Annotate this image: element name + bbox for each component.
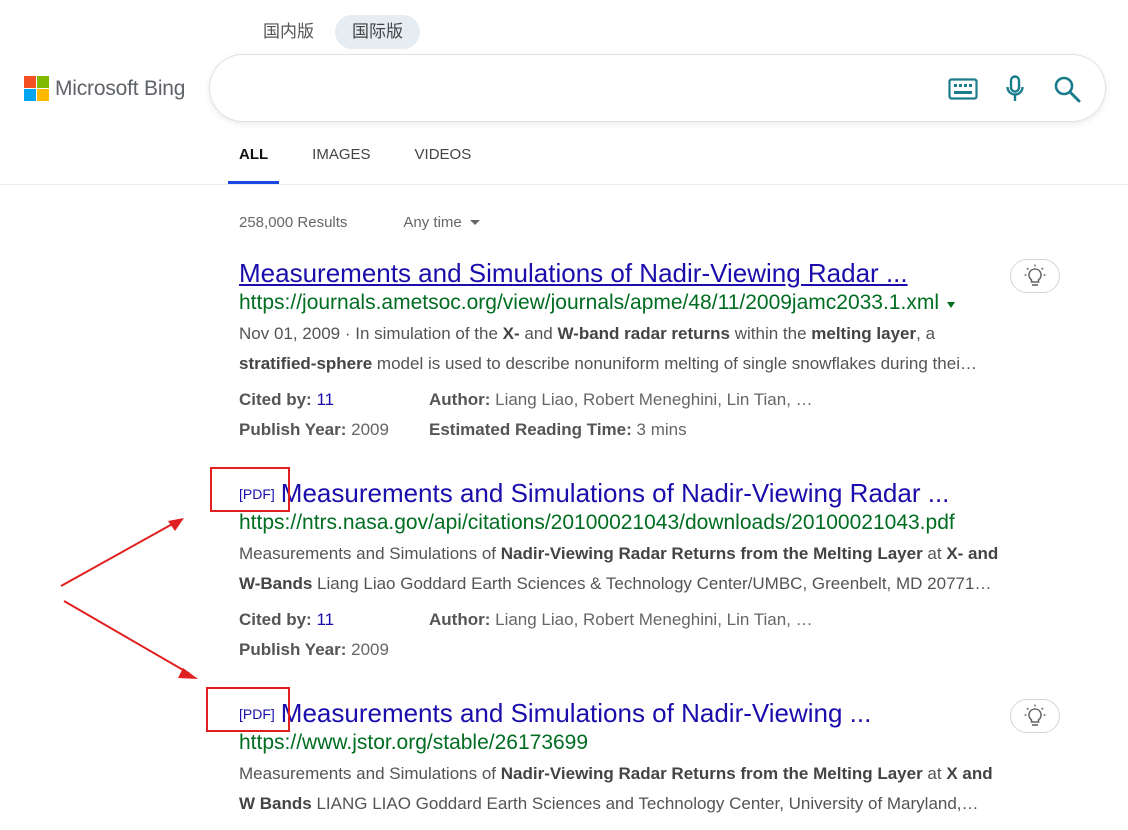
result-snippet: Nov 01, 2009 · In simulation of the X- a…: [239, 319, 1079, 379]
result-url: https://ntrs.nasa.gov/api/citations/2010…: [239, 511, 1079, 535]
result-url: https://journals.ametsoc.org/view/journa…: [239, 291, 1079, 315]
microphone-icon[interactable]: [999, 73, 1031, 105]
fact-reading-time: Estimated Reading Time: 3 mins: [429, 420, 687, 439]
tab-videos[interactable]: VIDEOS: [404, 130, 483, 184]
results-meta: 258,000 Results Any time: [239, 214, 480, 231]
region-tab-domestic[interactable]: 国内版: [246, 15, 331, 49]
result-title-row: [PDF] Measurements and Simulations of Nad…: [239, 698, 1079, 729]
microsoft-logo-icon: [24, 76, 49, 101]
annotation-arrow-down: [63, 600, 191, 675]
url-options-caret-icon[interactable]: [946, 302, 955, 308]
fact-cited-by: Cited by: 11: [239, 610, 335, 629]
annotation-box-pdf-1: [210, 467, 290, 512]
result-url: https://www.jstor.org/stable/26173699: [239, 731, 1079, 755]
annotation-arrow-up: [60, 521, 177, 587]
result-snippet: Measurements and Simulations of Nadir-Vi…: [239, 759, 1079, 819]
snippet-line: stratified-sphere model is used to descr…: [239, 354, 977, 373]
cited-by-link[interactable]: 11: [316, 610, 334, 629]
result-url-text[interactable]: https://www.jstor.org/stable/26173699: [239, 731, 588, 755]
result-snippet: Measurements and Simulations of Nadir-Vi…: [239, 539, 1079, 599]
lightbulb-icon[interactable]: [1010, 699, 1060, 733]
tab-all[interactable]: ALL: [228, 130, 280, 184]
result-title-row: [PDF] Measurements and Simulations of Nad…: [239, 478, 1079, 509]
search-nav: ALL IMAGES VIDEOS: [228, 130, 504, 184]
result-facts: Cited by: 11 Author: Liang Liao, Robert …: [239, 385, 1079, 445]
search-result-1: Measurements and Simulations of Nadir-Vi…: [239, 258, 1079, 445]
fact-publish-year: Publish Year: 2009: [239, 420, 389, 439]
result-title-link[interactable]: Measurements and Simulations of Nadir-Vi…: [281, 698, 872, 729]
annotation-box-pdf-2: [206, 687, 290, 732]
result-facts: Cited by: 11 Author: Liang Liao, Robert …: [239, 605, 1079, 665]
fact-author: Author: Liang Liao, Robert Meneghini, Li…: [429, 390, 813, 409]
result-url-text[interactable]: https://ntrs.nasa.gov/api/citations/2010…: [239, 511, 955, 535]
region-tab-international[interactable]: 国际版: [335, 15, 420, 49]
search-icon[interactable]: [1051, 73, 1083, 105]
time-filter-label: Any time: [403, 214, 462, 231]
fact-publish-year: Publish Year: 2009: [239, 640, 389, 659]
fact-author: Author: Liang Liao, Robert Meneghini, Li…: [429, 610, 813, 629]
bing-logo[interactable]: Microsoft Bing: [24, 76, 185, 101]
snippet-line: Nov 01, 2009 · In simulation of the X- a…: [239, 324, 936, 343]
logo-text: Microsoft Bing: [55, 76, 186, 100]
chevron-down-icon: [469, 220, 480, 225]
search-box: [210, 55, 1105, 121]
search-result-2: [PDF] Measurements and Simulations of Nad…: [239, 478, 1079, 665]
result-url-text[interactable]: https://journals.ametsoc.org/view/journa…: [239, 291, 939, 315]
snippet-line: Measurements and Simulations of Nadir-Vi…: [239, 764, 993, 783]
lightbulb-icon[interactable]: [1010, 259, 1060, 293]
keyboard-icon[interactable]: [947, 73, 979, 105]
tab-images[interactable]: IMAGES: [301, 130, 381, 184]
time-filter-dropdown[interactable]: Any time: [403, 214, 480, 231]
region-tabs: 国内版 国际版: [246, 15, 420, 49]
snippet-line: Measurements and Simulations of Nadir-Vi…: [239, 544, 999, 563]
nav-divider: [0, 184, 1128, 185]
result-title-link[interactable]: Measurements and Simulations of Nadir-Vi…: [281, 478, 950, 509]
result-title-link[interactable]: Measurements and Simulations of Nadir-Vi…: [239, 258, 908, 289]
snippet-line: W Bands LIANG LIAO Goddard Earth Science…: [239, 794, 979, 813]
cited-by-link[interactable]: 11: [316, 390, 334, 409]
results-count: 258,000 Results: [239, 214, 348, 231]
snippet-line: W-Bands Liang Liao Goddard Earth Science…: [239, 574, 992, 593]
fact-cited-by: Cited by: 11: [239, 390, 335, 409]
search-result-3: [PDF] Measurements and Simulations of Nad…: [239, 698, 1079, 819]
search-input[interactable]: [238, 73, 938, 103]
